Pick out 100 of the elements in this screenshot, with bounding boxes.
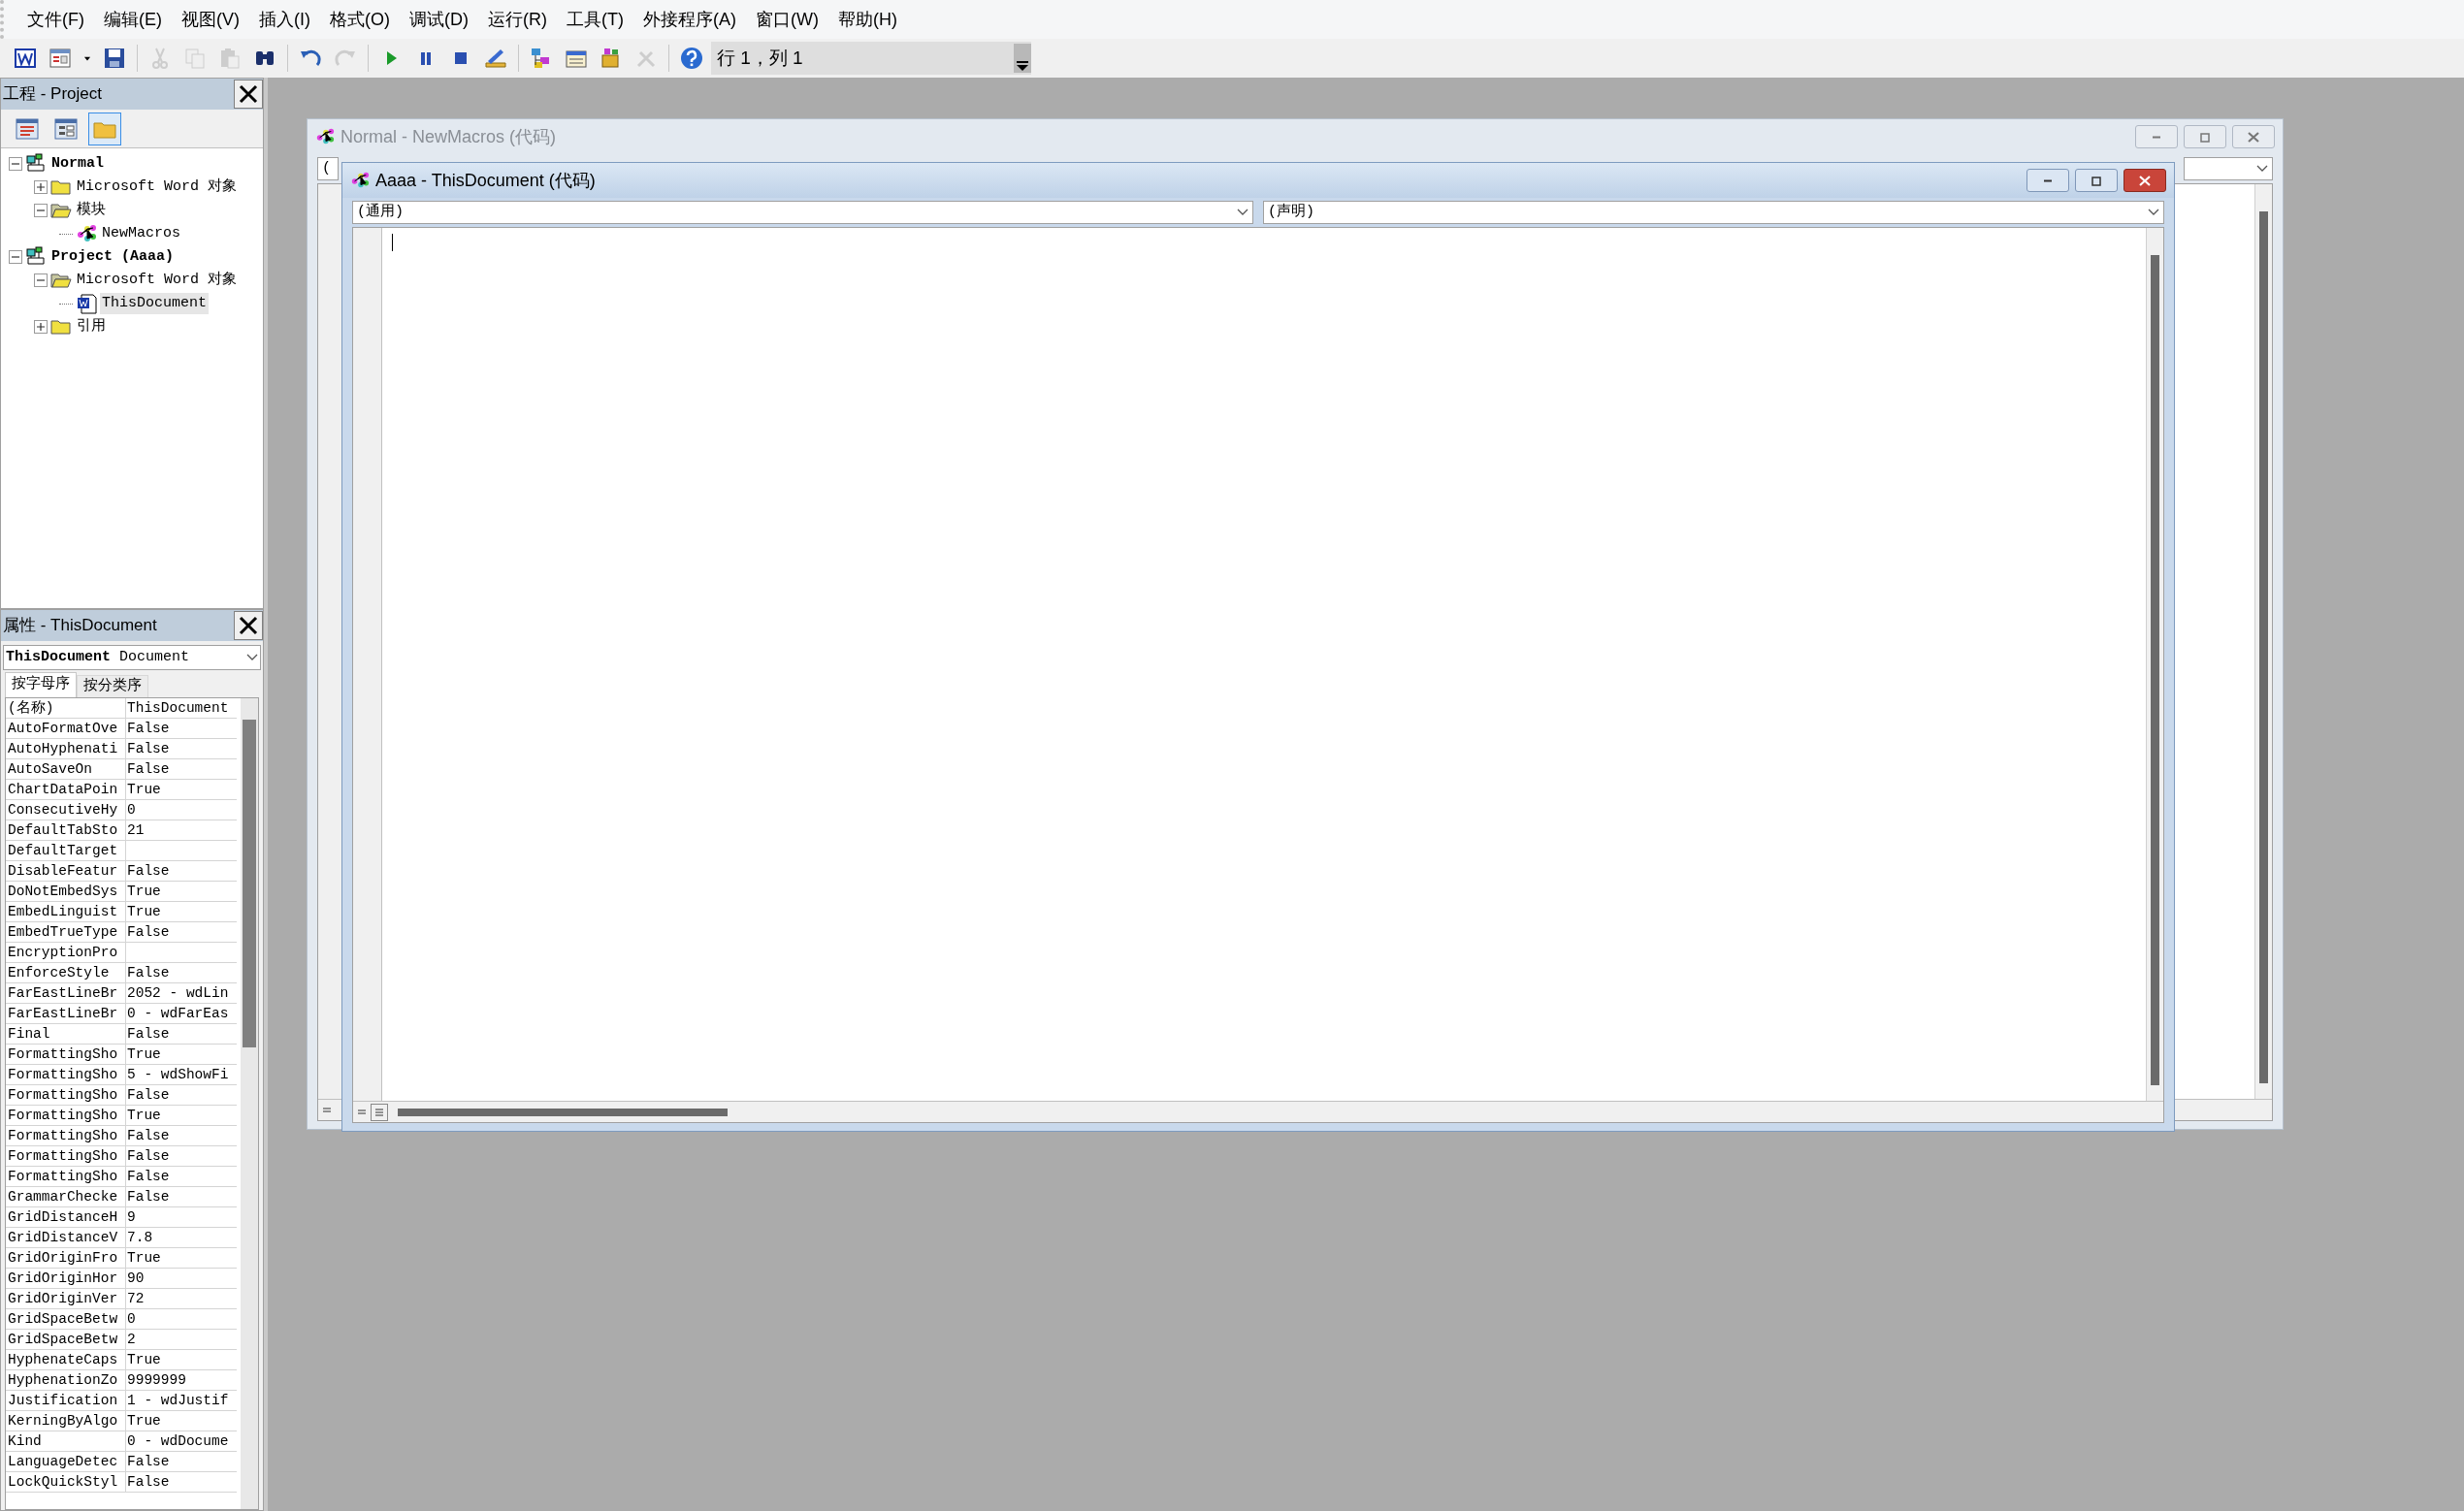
close-icon	[239, 616, 258, 635]
property-value[interactable]: True	[126, 1350, 238, 1369]
window-title: Normal - NewMacros (代码)	[340, 125, 557, 148]
close-button[interactable]	[234, 611, 263, 640]
tree-item[interactable]: ThisDocument	[100, 292, 210, 315]
maximize-button[interactable]	[2075, 169, 2118, 192]
property-value[interactable]: 1 - wdJustif	[126, 1391, 238, 1410]
property-value[interactable]: 90	[126, 1269, 238, 1288]
property-name: KerningByAlgo	[6, 1411, 126, 1431]
tree-item[interactable]: Microsoft Word 对象	[75, 269, 240, 292]
folder-icon[interactable]	[88, 112, 121, 145]
property-name: HyphenationZo	[6, 1370, 126, 1390]
expand-icon[interactable]	[34, 180, 48, 194]
property-name: EncryptionPro	[6, 943, 126, 962]
property-name: FormattingSho	[6, 1167, 126, 1186]
property-value[interactable]: False	[126, 1187, 238, 1206]
menu-item[interactable]: 外接程序(A)	[632, 2, 746, 37]
property-value[interactable]: 2	[126, 1330, 238, 1349]
close-icon	[239, 84, 258, 104]
property-value[interactable]: False	[126, 759, 238, 779]
property-value[interactable]: False	[126, 1146, 238, 1166]
tree-item[interactable]: 引用	[75, 315, 108, 338]
property-value[interactable]: False	[126, 1472, 238, 1492]
tree-item[interactable]: Microsoft Word 对象	[75, 176, 240, 199]
property-name: DoNotEmbedSys	[6, 882, 126, 901]
property-value[interactable]: True	[126, 1106, 238, 1125]
dropdown[interactable]: (	[317, 157, 339, 180]
property-value[interactable]: 0	[126, 1309, 238, 1329]
property-value[interactable]: 21	[126, 820, 238, 840]
module-view-icon[interactable]	[371, 1103, 388, 1121]
property-value[interactable]: 9	[126, 1207, 238, 1227]
property-value[interactable]: True	[126, 1248, 238, 1268]
property-value[interactable]: 0	[126, 800, 238, 820]
property-value[interactable]: True	[126, 780, 238, 799]
menu-item[interactable]: 帮助(H)	[827, 2, 907, 37]
property-value[interactable]: False	[126, 1085, 238, 1105]
property-name: (名称)	[6, 698, 126, 718]
menu-item[interactable]: 调试(D)	[400, 2, 478, 37]
maximize-button[interactable]	[2184, 125, 2226, 148]
property-value[interactable]: True	[126, 902, 238, 921]
menu-item[interactable]: 编辑(E)	[94, 2, 172, 37]
property-value[interactable]: 2052 - wdLin	[126, 983, 238, 1003]
maximize-icon	[2089, 174, 2104, 187]
collapse-icon[interactable]	[9, 250, 22, 264]
property-value[interactable]: 0 - wdDocume	[126, 1431, 238, 1451]
property-value[interactable]: 9999999	[126, 1370, 238, 1390]
tab[interactable]: 按分类序	[77, 675, 148, 697]
property-value[interactable]: 72	[126, 1289, 238, 1308]
menu-item[interactable]: 格式(O)	[320, 2, 400, 37]
property-value[interactable]: False	[126, 1024, 238, 1044]
property-value[interactable]: 7.8	[126, 1228, 238, 1247]
menu-item[interactable]: 运行(R)	[478, 2, 557, 37]
menu-item[interactable]: 窗口(W)	[745, 2, 828, 37]
property-value[interactable]: False	[126, 922, 238, 942]
tab[interactable]: 按字母序	[5, 672, 77, 697]
property-value[interactable]: False	[126, 719, 238, 738]
object-dropdown[interactable]: ThisDocument Document	[3, 645, 261, 670]
menu-item[interactable]: 插入(I)	[249, 2, 320, 37]
module-icon	[76, 223, 97, 244]
property-value[interactable]: True	[126, 1045, 238, 1064]
property-name: FarEastLineBr	[6, 1004, 126, 1023]
expand-icon[interactable]	[34, 320, 48, 334]
property-name: DisableFeatur	[6, 861, 126, 881]
toolbar-overflow-icon[interactable]	[1014, 44, 1031, 73]
close-button[interactable]	[2124, 169, 2166, 192]
minimize-button[interactable]	[2026, 169, 2069, 192]
scrollbar[interactable]	[241, 698, 258, 1509]
property-name: GridDistanceH	[6, 1207, 126, 1227]
property-value[interactable]: False	[126, 739, 238, 758]
property-value[interactable]: False	[126, 963, 238, 982]
scrollbar[interactable]	[2254, 184, 2272, 1099]
scrollbar[interactable]	[2146, 228, 2163, 1101]
property-value[interactable]: 0 - wdFarEas	[126, 1004, 238, 1023]
module-icon	[315, 127, 335, 146]
tree-item[interactable]: 模块	[75, 199, 108, 222]
menu-item[interactable]: 视图(V)	[172, 2, 249, 37]
property-name: DefaultTarget	[6, 841, 126, 860]
property-value[interactable]: ThisDocument	[126, 698, 238, 718]
dropdown[interactable]	[2184, 157, 2273, 180]
property-name: EnforceStyle	[6, 963, 126, 982]
property-name: EmbedTrueType	[6, 922, 126, 942]
tree-item[interactable]: NewMacros	[100, 222, 182, 245]
property-value[interactable]: False	[126, 1452, 238, 1471]
collapse-icon[interactable]	[34, 273, 48, 287]
property-value[interactable]: 5 - wdShowFi	[126, 1065, 238, 1084]
menu-item[interactable]: 文件(F)	[17, 2, 94, 37]
property-value[interactable]: True	[126, 1411, 238, 1431]
dropdown[interactable]: (声明)	[1263, 201, 2164, 224]
menu-item[interactable]: 工具(T)	[557, 2, 633, 37]
property-value[interactable]: True	[126, 882, 238, 901]
property-value[interactable]: False	[126, 861, 238, 881]
collapse-icon[interactable]	[9, 157, 22, 171]
property-value[interactable]: False	[126, 1167, 238, 1186]
close-button[interactable]	[234, 80, 263, 109]
dropdown[interactable]: (通用)	[352, 201, 1253, 224]
property-name: GridDistanceV	[6, 1228, 126, 1247]
collapse-icon[interactable]	[34, 204, 48, 217]
property-value[interactable]: False	[126, 1126, 238, 1145]
tree-item[interactable]: Normal	[49, 152, 106, 176]
tree-item[interactable]: Project (Aaaa)	[49, 245, 177, 269]
